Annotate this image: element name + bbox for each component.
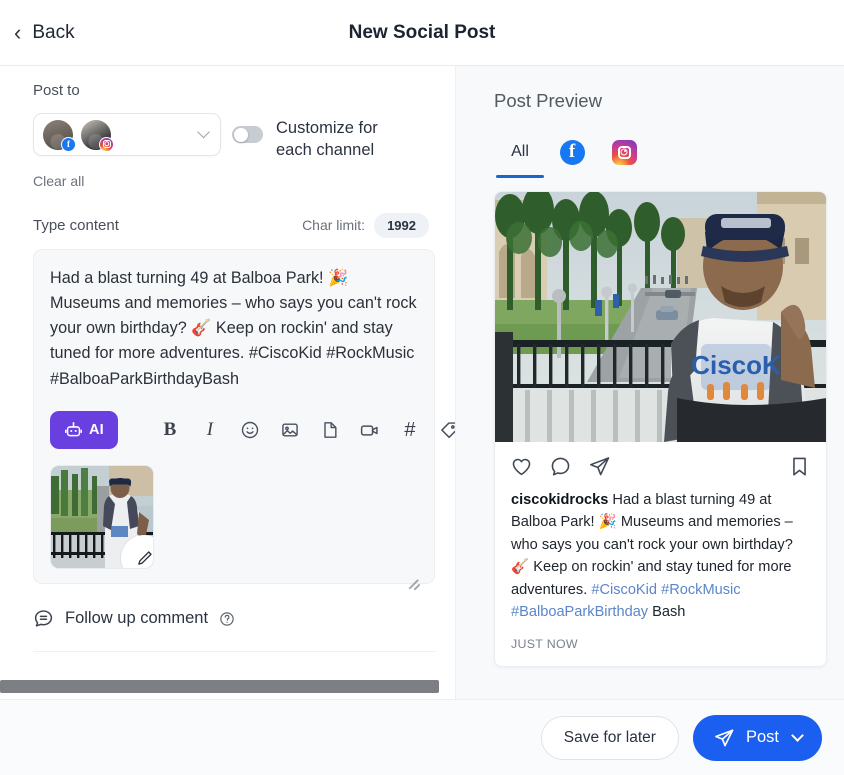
channel-select[interactable]: f [33, 113, 221, 156]
tab-all-label: All [511, 143, 529, 160]
attachment-thumbnail[interactable] [50, 465, 154, 570]
instagram-icon [611, 139, 637, 165]
facebook-icon: f [559, 139, 585, 165]
bookmark-icon[interactable] [788, 455, 811, 478]
content-textarea[interactable]: Had a blast turning 49 at Balboa Park! 🎉… [50, 266, 418, 392]
ai-assist-button[interactable]: AI [50, 411, 118, 450]
char-limit-value: 1992 [374, 212, 429, 238]
preview-username: ciscokidrocks [511, 492, 609, 508]
facebook-badge-icon: f [61, 136, 76, 152]
follow-up-comment-label: Follow up comment [65, 609, 209, 628]
follow-up-comment-row[interactable]: Follow up comment [33, 608, 435, 629]
app-header: ‹ Back New Social Post [0, 0, 844, 66]
preview-caption-tail: Bash [648, 604, 686, 621]
robot-icon [64, 421, 83, 436]
chevron-down-icon [197, 125, 210, 138]
image-icon[interactable] [270, 414, 310, 446]
content-composer[interactable]: Had a blast turning 49 at Balboa Park! 🎉… [33, 248, 455, 591]
post-preview-card: CiscoK ciscokidrocks Had a blast turning… [494, 191, 827, 668]
char-limit: Char limit: 1992 [302, 212, 429, 238]
preview-timestamp: JUST NOW [511, 637, 578, 652]
tag-icon[interactable] [430, 414, 455, 446]
main-body: Post to f Customize for each channel Cle… [0, 66, 844, 699]
customize-each-channel-toggle[interactable] [232, 126, 263, 143]
clear-all-button[interactable]: Clear all [33, 173, 84, 189]
composer-toolbar: AI B I # [50, 411, 455, 450]
document-icon[interactable] [310, 414, 350, 446]
ai-assist-label: AI [89, 422, 104, 439]
footer-action-bar: Save for later Post [0, 699, 844, 775]
post-button-label: Post [745, 728, 779, 746]
tab-instagram[interactable] [598, 134, 650, 170]
preview-title: Post Preview [494, 90, 602, 111]
account-chip-instagram[interactable] [81, 119, 114, 152]
svg-text:CiscoK: CiscoK [691, 350, 781, 380]
resize-handle[interactable] [408, 577, 424, 593]
comment-icon[interactable] [549, 455, 572, 478]
share-icon[interactable] [588, 455, 611, 478]
char-limit-label: Char limit: [302, 217, 366, 234]
tab-facebook[interactable]: f [546, 134, 598, 170]
send-icon [715, 728, 734, 746]
new-social-post-screen: ‹ Back New Social Post Post to f Customi… [0, 0, 844, 775]
customize-toggle-label: Customize for each channel [276, 119, 378, 159]
type-content-row: Type content Char limit: 1992 [33, 212, 435, 238]
chevron-left-icon: ‹ [14, 19, 22, 45]
back-label: Back [32, 21, 75, 43]
emoji-icon[interactable] [230, 414, 270, 446]
save-for-later-button[interactable]: Save for later [540, 715, 679, 760]
tab-all[interactable]: All [494, 134, 546, 178]
account-chip-facebook[interactable]: f [43, 119, 76, 152]
question-circle-icon[interactable] [219, 611, 235, 627]
section-divider [33, 651, 435, 653]
video-icon[interactable] [350, 414, 390, 446]
page-title: New Social Post [348, 21, 496, 43]
toggle-knob [233, 127, 248, 142]
post-button[interactable]: Post [692, 714, 822, 761]
comment-bubble-icon [33, 608, 54, 629]
attachment-list [50, 465, 418, 570]
like-icon[interactable] [510, 455, 533, 478]
preview-pane: Post Preview All f CiscoK ciscokidrocks … [456, 66, 844, 699]
toolbar-icons: B I # [150, 414, 455, 446]
italic-icon[interactable]: I [190, 414, 230, 446]
preview-media-image: CiscoK [495, 192, 826, 442]
hashtag-icon[interactable]: # [390, 414, 430, 446]
post-to-row: f Customize for each channel [33, 113, 435, 162]
composer-pane: Post to f Customize for each channel Cle… [0, 66, 456, 699]
post-to-label: Post to [33, 82, 80, 99]
chevron-down-icon [791, 729, 804, 742]
instagram-badge-icon [99, 136, 114, 152]
preview-actions [495, 442, 826, 487]
preview-tabs: All f [494, 134, 827, 178]
type-content-label: Type content [33, 216, 119, 234]
preview-caption: ciscokidrocks Had a blast turning 49 at … [495, 487, 826, 623]
bold-icon[interactable]: B [150, 414, 190, 446]
back-button[interactable]: ‹ Back [14, 19, 75, 45]
horizontal-scrollbar[interactable] [0, 680, 439, 693]
pencil-icon [137, 550, 152, 565]
